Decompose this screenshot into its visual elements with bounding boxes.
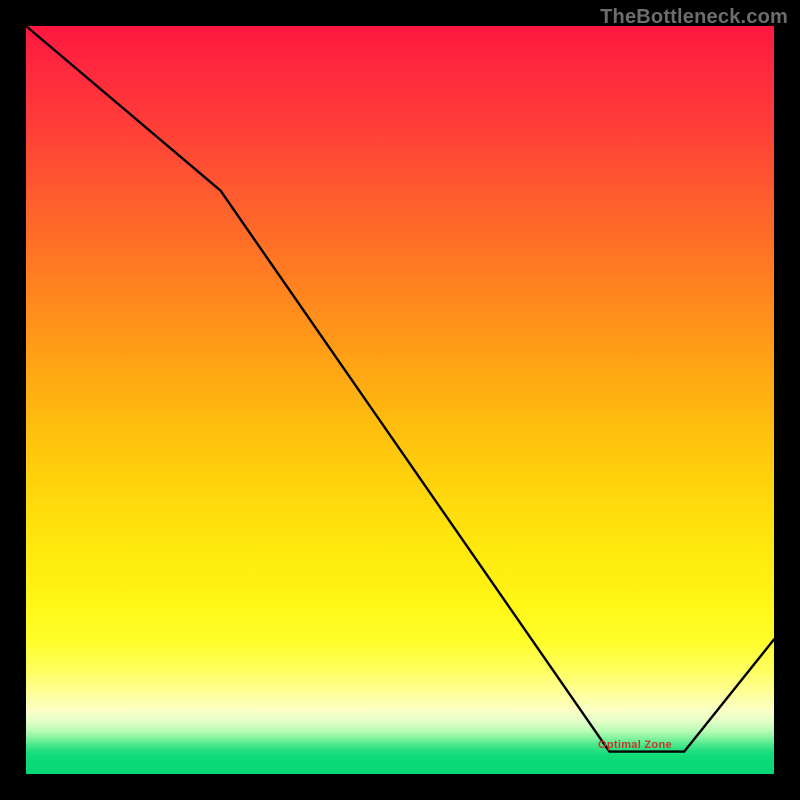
plot-area: Optimal Zone	[26, 26, 774, 774]
line-series-svg	[26, 26, 774, 774]
chart-frame: TheBottleneck.com Optimal Zone	[0, 0, 800, 800]
bottleneck-curve	[26, 26, 774, 752]
optimal-zone-label: Optimal Zone	[598, 739, 672, 751]
